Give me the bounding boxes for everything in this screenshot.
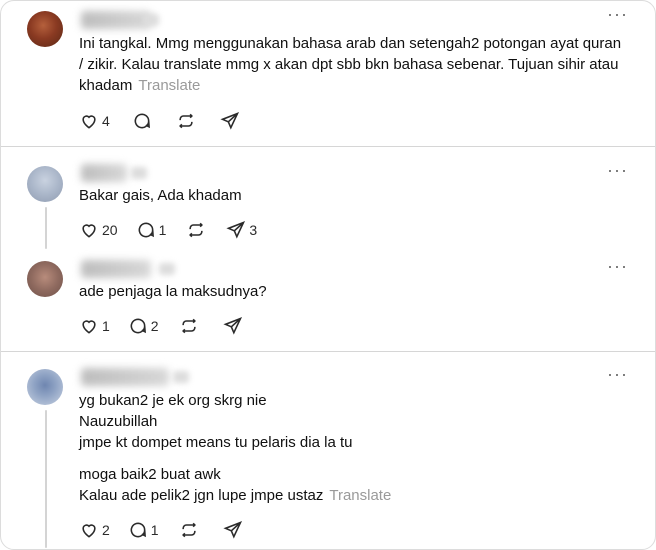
like-button[interactable]: 1	[79, 316, 110, 336]
timestamp-blurred	[143, 14, 159, 26]
repost-icon	[178, 113, 193, 129]
post-text-line: yg bukan2 je ek org skrg nie	[79, 392, 267, 409]
avatar[interactable]	[27, 11, 63, 47]
divider	[1, 351, 655, 352]
repost-button[interactable]	[179, 316, 199, 336]
repost-icon	[189, 222, 204, 238]
post-actions: 1 2	[79, 316, 243, 336]
more-icon[interactable]: ···	[607, 161, 628, 179]
more-icon[interactable]: ···	[607, 365, 628, 383]
thread-line	[45, 207, 47, 249]
more-icon[interactable]: ···	[607, 257, 628, 275]
username-blurred[interactable]	[81, 164, 127, 182]
repost-button[interactable]	[176, 111, 196, 131]
heart-icon	[82, 115, 96, 129]
share-icon	[220, 112, 239, 130]
timestamp-blurred	[131, 167, 147, 179]
reply-count: 2	[150, 318, 159, 334]
avatar[interactable]	[27, 166, 63, 202]
like-button[interactable]: 4	[79, 111, 110, 131]
repost-button[interactable]	[179, 520, 199, 540]
timestamp-blurred	[159, 263, 175, 275]
reply-count: 1	[158, 222, 167, 238]
heart-icon	[82, 224, 96, 238]
like-count: 4	[102, 113, 110, 129]
share-button[interactable]: 3	[226, 220, 257, 240]
reply-button[interactable]: 1	[136, 220, 167, 240]
like-count: 2	[102, 522, 110, 538]
share-icon	[226, 221, 246, 239]
avatar[interactable]	[27, 369, 63, 405]
post-actions: 20 1 3	[79, 220, 257, 240]
comment-icon	[130, 522, 146, 538]
post-actions: 4	[79, 111, 240, 131]
post-text-line: Nauzubillah	[79, 413, 158, 430]
thread-line	[45, 410, 47, 548]
post-text-line: / zikir. Kalau translate mmg x akan dpt …	[79, 56, 619, 73]
comment-icon	[134, 113, 150, 129]
post-text-line: Kalau ade pelik2 jgn lupe jmpe ustaz Tran…	[79, 485, 391, 506]
like-count: 1	[102, 318, 110, 334]
translate-link[interactable]: Translate	[138, 77, 200, 94]
avatar[interactable]	[27, 261, 63, 297]
post-text-line: khadam Translate	[79, 75, 200, 96]
post-text-line: Ini tangkal. Mmg menggunakan bahasa arab…	[79, 35, 622, 52]
share-icon	[223, 521, 242, 539]
thread-panel: ··· Ini tangkal. Mmg menggunakan bahasa …	[0, 0, 656, 550]
like-button[interactable]: 20	[79, 220, 118, 240]
reply-button[interactable]	[132, 111, 152, 131]
comment-icon	[138, 222, 154, 238]
username-blurred[interactable]	[81, 11, 151, 29]
post-text: khadam	[79, 77, 133, 94]
comment-icon	[130, 318, 146, 334]
repost-button[interactable]	[186, 220, 206, 240]
post-text-line: Bakar gais, Ada khadam	[79, 187, 242, 204]
share-count: 3	[249, 222, 258, 238]
share-button[interactable]	[223, 316, 243, 336]
post-text: Kalau ade pelik2 jgn lupe jmpe ustaz	[79, 487, 324, 504]
more-icon[interactable]: ···	[607, 5, 628, 23]
post-actions: 2 1	[79, 520, 243, 540]
repost-icon	[181, 318, 196, 334]
share-button[interactable]	[220, 111, 240, 131]
heart-icon	[82, 320, 96, 334]
share-button[interactable]	[223, 520, 243, 540]
timestamp-blurred	[173, 371, 189, 383]
username-blurred[interactable]	[81, 260, 151, 278]
like-count: 20	[102, 222, 118, 238]
heart-icon	[82, 524, 96, 538]
share-icon	[223, 317, 242, 335]
repost-icon	[181, 522, 196, 538]
translate-link[interactable]: Translate	[329, 487, 391, 504]
like-button[interactable]: 2	[79, 520, 110, 540]
post-text-line: ade penjaga la maksudnya?	[79, 283, 267, 300]
reply-button[interactable]: 2	[128, 316, 159, 336]
username-blurred[interactable]	[81, 368, 169, 386]
post-text-line: jmpe kt dompet means tu pelaris dia la t…	[79, 434, 353, 451]
divider	[1, 146, 655, 147]
reply-button[interactable]: 1	[128, 520, 159, 540]
reply-count: 1	[150, 522, 159, 538]
post-text-line: moga baik2 buat awk	[79, 466, 221, 483]
